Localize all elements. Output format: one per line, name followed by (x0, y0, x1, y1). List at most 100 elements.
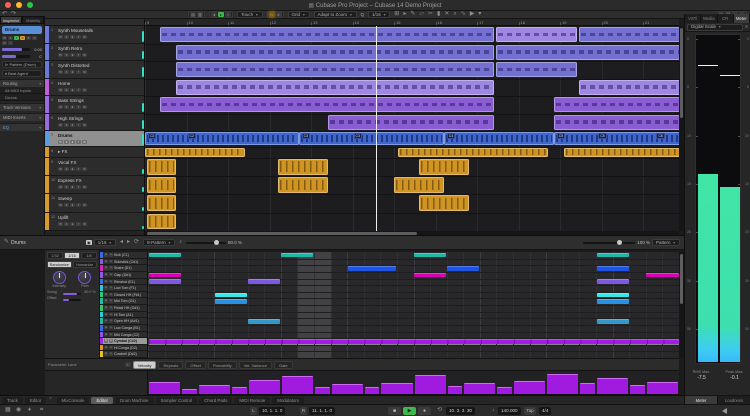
bottom-tab-mixconsole[interactable]: MixConsole (56, 396, 90, 404)
clip-drums[interactable] (298, 132, 444, 145)
clip-synth[interactable] (495, 62, 577, 77)
track-solo-button[interactable]: s (64, 87, 69, 92)
lane-solo-button[interactable]: s (109, 332, 113, 337)
drum-lane-cowbell-d-2-[interactable]: m s Cowbell (D#2) (100, 351, 147, 358)
inspector-mini-button[interactable]: m (2, 36, 7, 40)
drum-lane-sidestick-c-1-[interactable]: m s Sidestick (C#1) (100, 258, 147, 266)
lane-mute-button[interactable]: m (104, 292, 108, 297)
track-solo-button[interactable]: s (64, 185, 69, 190)
track-row-bass-strings[interactable]: 5 Bass Strings m s ● r w (45, 96, 144, 114)
track-write-button[interactable]: w (82, 140, 87, 144)
inspector-mini-button[interactable]: r (14, 36, 19, 40)
inspector-mini-button[interactable]: ◦ (8, 41, 13, 45)
nudge-right-icon[interactable]: ▸ (127, 239, 130, 246)
track-solo-button[interactable]: s (64, 105, 69, 109)
cycle-icon[interactable]: ⟲ (437, 407, 442, 414)
velocity-bar[interactable] (364, 387, 380, 394)
editor-grid-select[interactable]: 1/16 ▼ (93, 239, 116, 246)
inspector-track-name[interactable]: Drums (2, 26, 42, 34)
step-note-rimshot-e1-[interactable] (596, 279, 629, 284)
velocity-bar[interactable] (149, 381, 181, 394)
clip-synth[interactable] (553, 114, 679, 130)
clip-synth[interactable] (176, 79, 494, 95)
bottom-tab-modulators[interactable]: Modulators (272, 396, 305, 404)
swing-toolbar-slider[interactable] (186, 239, 227, 245)
velocity-bar[interactable] (248, 380, 280, 394)
track-read-button[interactable]: r (76, 185, 81, 190)
velocity-bar[interactable] (331, 384, 363, 394)
lane-solo-button[interactable]: s (109, 286, 113, 290)
transport-grid-icon[interactable]: ▦ (5, 407, 11, 414)
clip-fx[interactable] (418, 195, 469, 212)
play-button[interactable]: ▶ (403, 407, 416, 415)
track-row-uplift[interactable]: 12 Uplift m s ● r w (45, 212, 144, 231)
track-write-button[interactable]: w (82, 87, 87, 92)
track-mute-button[interactable]: m (58, 167, 63, 171)
track-record-button[interactable]: ● (70, 140, 75, 144)
step-note-mid-tom-g1-[interactable] (596, 299, 629, 304)
clip-synth[interactable] (553, 97, 679, 112)
track-read-button[interactable]: r (76, 105, 81, 109)
step-note-clap-d-1-[interactable] (646, 272, 679, 278)
split-tool-icon[interactable]: ✂ (428, 11, 433, 18)
toggle-randomize[interactable]: Randomize (47, 261, 72, 268)
pan-slider[interactable] (2, 55, 30, 58)
lane-mute-button[interactable]: m (104, 252, 108, 257)
velocity-bar[interactable] (464, 383, 496, 394)
right-zone-tab-meter[interactable]: Meter (733, 14, 750, 23)
velocity-bar[interactable] (447, 386, 463, 394)
lane-mute-button[interactable]: m (104, 279, 108, 284)
lane-solo-button[interactable]: s (109, 352, 113, 356)
param-button-repeats[interactable]: Repeats (158, 360, 184, 369)
meter-settings-icon[interactable]: ≡ (745, 24, 748, 31)
velocity-bar[interactable] (597, 377, 629, 394)
track-row-high-strings[interactable]: 6 High Strings m s ● r w (45, 113, 144, 131)
track-read-button[interactable]: r (76, 203, 81, 208)
step-note-kick-c1-[interactable] (281, 252, 314, 258)
track-row-synth-retro[interactable]: 2 Synth Retro m s ● r w (45, 43, 144, 61)
clip-synth[interactable] (578, 79, 679, 95)
clip-drums[interactable] (443, 132, 554, 145)
knob-intensity[interactable] (52, 271, 66, 284)
drum-lane-mid-tom-g1-[interactable]: m s Mid Tom (G1) (100, 298, 147, 305)
drum-lane-kick-c1-[interactable]: m s Kick (C1) (100, 252, 147, 259)
track-solo-button[interactable]: s (64, 122, 69, 127)
velocity-bar[interactable] (381, 383, 413, 394)
lane-solo-button[interactable]: s (109, 319, 113, 323)
bottom-tab-editor[interactable]: Editor (24, 396, 47, 404)
param-button-gate[interactable]: Gate (273, 360, 293, 369)
drum-step-grid[interactable] (148, 252, 679, 358)
step-note-snare-d1-[interactable] (447, 266, 480, 271)
inspector-mini-button[interactable]: e (26, 36, 31, 40)
track-read-button[interactable]: r (76, 122, 81, 127)
track-mute-button[interactable]: m (58, 140, 63, 144)
step-note-rimshot-e1-[interactable] (148, 279, 181, 284)
inspector-section-eq[interactable]: EQ ▼ (0, 123, 44, 131)
track-row-synth-distorted[interactable]: 3 Synth Distorted m s ● r w (45, 61, 144, 79)
autoscroll-icon[interactable]: ▸ (218, 12, 225, 17)
prev-icon[interactable]: ◂ (211, 12, 218, 17)
lane-mute-button[interactable]: m (104, 352, 108, 356)
lane-solo-button[interactable]: s (109, 252, 113, 257)
track-solo-button[interactable]: s (64, 35, 69, 39)
track-record-button[interactable]: ● (70, 122, 75, 127)
step-note-clap-d-1-[interactable] (414, 272, 447, 278)
lane-solo-button[interactable]: s (109, 299, 113, 303)
clip-synth[interactable] (159, 97, 494, 112)
edit-clip-icon[interactable]: ✎ (4, 239, 9, 246)
inspector-section-track-versions[interactable]: Track Versions ▼ (0, 103, 44, 111)
link-pitches-icon[interactable]: ▣ (85, 240, 92, 245)
left-locator-value[interactable]: 10. 1. 1. 0 (259, 407, 286, 415)
tab-visibility[interactable]: Visibility (22, 16, 44, 24)
step-note-rimshot-e1-[interactable] (248, 279, 281, 284)
toggle-humanize[interactable]: Humanize (72, 261, 97, 268)
select-tool-icon[interactable]: ▸ (403, 11, 406, 18)
clip-fx[interactable] (418, 159, 469, 175)
lane-mute-button[interactable]: m (104, 339, 108, 343)
track-mute-button[interactable]: m (58, 105, 63, 109)
velocity-bar[interactable] (314, 387, 330, 394)
param-button-vel-variance[interactable]: Vel. Variance (238, 360, 272, 369)
track-mute-button[interactable]: m (58, 87, 63, 92)
meter-tab-meter[interactable]: Meter (685, 396, 718, 404)
track-mute-button[interactable]: m (58, 185, 63, 190)
